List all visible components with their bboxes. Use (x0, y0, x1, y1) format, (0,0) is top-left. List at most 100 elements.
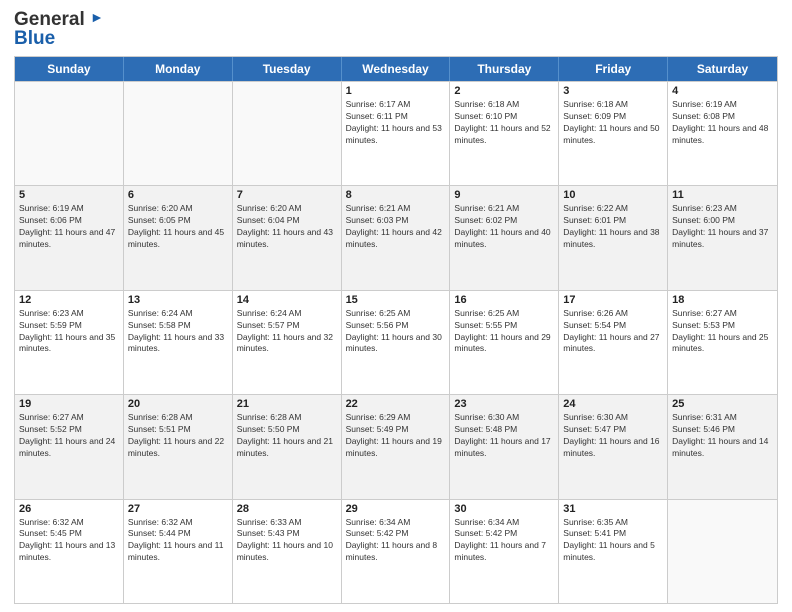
day-number: 20 (128, 398, 228, 410)
day-info: Sunrise: 6:18 AM Sunset: 6:09 PM Dayligh… (563, 99, 663, 147)
calendar-week-2: 5Sunrise: 6:19 AM Sunset: 6:06 PM Daylig… (15, 185, 777, 289)
day-number: 30 (454, 503, 554, 515)
day-number: 8 (346, 189, 446, 201)
day-info: Sunrise: 6:34 AM Sunset: 5:42 PM Dayligh… (346, 517, 446, 565)
calendar-week-4: 19 Sunrise: 6:27 AM Sunset: 5:52 PM Dayli… (15, 394, 777, 498)
day-number: 2 (454, 85, 554, 97)
day-info: Sunrise: 6:27 AM Sunset: 5:53 PM Dayligh… (672, 308, 773, 356)
day-number: 23 (454, 398, 554, 410)
day-number: 3 (563, 85, 663, 97)
weekday-header-tuesday: Tuesday (233, 57, 342, 81)
calendar-cell: 1 Sunrise: 6:17 AM Sunset: 6:11 PM Daylig… (342, 82, 451, 185)
calendar-cell (124, 82, 233, 185)
day-info: Sunrise: 6:25 AM Sunset: 5:56 PM Dayligh… (346, 308, 446, 356)
day-number: 1 (346, 85, 446, 97)
calendar-cell: 10 Sunrise: 6:22 AM Sunset: 6:01 PM Dayli… (559, 186, 668, 289)
calendar-cell: 13Sunrise: 6:24 AM Sunset: 5:58 PM Dayli… (124, 291, 233, 394)
day-number: 11 (672, 189, 773, 201)
calendar-cell: 17 Sunrise: 6:26 AM Sunset: 5:54 PM Dayli… (559, 291, 668, 394)
calendar-container: General ► Blue SundayMondayTuesdayWednes… (0, 0, 792, 612)
day-info: Sunrise: 6:19 AM Sunset: 6:06 PM Dayligh… (19, 203, 119, 251)
logo-general-text: General (14, 9, 85, 30)
calendar-cell: 30Sunrise: 6:34 AM Sunset: 5:42 PM Dayli… (450, 500, 559, 603)
day-info: Sunrise: 6:35 AM Sunset: 5:41 PM Dayligh… (563, 517, 663, 565)
day-info: Sunrise: 6:29 AM Sunset: 5:49 PM Dayligh… (346, 412, 446, 460)
day-info: Sunrise: 6:17 AM Sunset: 6:11 PM Dayligh… (346, 99, 446, 147)
day-number: 25 (672, 398, 773, 410)
calendar-cell: 7 Sunrise: 6:20 AM Sunset: 6:04 PM Daylig… (233, 186, 342, 289)
weekday-header-saturday: Saturday (668, 57, 777, 81)
calendar-cell: 22 Sunrise: 6:29 AM Sunset: 5:49 PM Dayli… (342, 395, 451, 498)
day-info: Sunrise: 6:33 AM Sunset: 5:43 PM Dayligh… (237, 517, 337, 565)
day-number: 13 (128, 294, 228, 306)
calendar-cell: 31 Sunrise: 6:35 AM Sunset: 5:41 PM Dayli… (559, 500, 668, 603)
day-number: 16 (454, 294, 554, 306)
day-info: Sunrise: 6:20 AM Sunset: 6:04 PM Dayligh… (237, 203, 337, 251)
calendar-cell: 4 Sunrise: 6:19 AM Sunset: 6:08 PM Daylig… (668, 82, 777, 185)
day-info: Sunrise: 6:27 AM Sunset: 5:52 PM Dayligh… (19, 412, 119, 460)
calendar-cell: 14 Sunrise: 6:24 AM Sunset: 5:57 PM Dayli… (233, 291, 342, 394)
day-info: Sunrise: 6:22 AM Sunset: 6:01 PM Dayligh… (563, 203, 663, 251)
day-number: 9 (454, 189, 554, 201)
calendar-cell: 24Sunrise: 6:30 AM Sunset: 5:47 PM Dayli… (559, 395, 668, 498)
day-info: Sunrise: 6:21 AM Sunset: 6:02 PM Dayligh… (454, 203, 554, 251)
day-number: 4 (672, 85, 773, 97)
day-number: 12 (19, 294, 119, 306)
calendar-cell (233, 82, 342, 185)
day-info: Sunrise: 6:28 AM Sunset: 5:51 PM Dayligh… (128, 412, 228, 460)
day-number: 21 (237, 398, 337, 410)
weekday-header-monday: Monday (124, 57, 233, 81)
logo-arrow-icon: ► (90, 9, 104, 25)
day-number: 6 (128, 189, 228, 201)
day-number: 15 (346, 294, 446, 306)
day-info: Sunrise: 6:30 AM Sunset: 5:48 PM Dayligh… (454, 412, 554, 460)
day-number: 28 (237, 503, 337, 515)
calendar-cell: 12 Sunrise: 6:23 AM Sunset: 5:59 PM Dayli… (15, 291, 124, 394)
calendar-cell: 25 Sunrise: 6:31 AM Sunset: 5:46 PM Dayli… (668, 395, 777, 498)
day-info: Sunrise: 6:31 AM Sunset: 5:46 PM Dayligh… (672, 412, 773, 460)
day-info: Sunrise: 6:24 AM Sunset: 5:57 PM Dayligh… (237, 308, 337, 356)
calendar: SundayMondayTuesdayWednesdayThursdayFrid… (14, 56, 778, 604)
day-number: 22 (346, 398, 446, 410)
calendar-cell: 9 Sunrise: 6:21 AM Sunset: 6:02 PM Daylig… (450, 186, 559, 289)
day-info: Sunrise: 6:25 AM Sunset: 5:55 PM Dayligh… (454, 308, 554, 356)
day-info: Sunrise: 6:23 AM Sunset: 5:59 PM Dayligh… (19, 308, 119, 356)
calendar-cell: 11 Sunrise: 6:23 AM Sunset: 6:00 PM Dayli… (668, 186, 777, 289)
calendar-cell: 29Sunrise: 6:34 AM Sunset: 5:42 PM Dayli… (342, 500, 451, 603)
day-number: 19 (19, 398, 119, 410)
calendar-header-row: SundayMondayTuesdayWednesdayThursdayFrid… (15, 57, 777, 81)
logo: General ► Blue (14, 10, 104, 48)
day-number: 31 (563, 503, 663, 515)
logo: General ► Blue (14, 10, 104, 48)
calendar-cell: 5Sunrise: 6:19 AM Sunset: 6:06 PM Daylig… (15, 186, 124, 289)
calendar-week-3: 12 Sunrise: 6:23 AM Sunset: 5:59 PM Dayli… (15, 290, 777, 394)
calendar-week-5: 26Sunrise: 6:32 AM Sunset: 5:45 PM Dayli… (15, 499, 777, 603)
day-number: 10 (563, 189, 663, 201)
day-number: 17 (563, 294, 663, 306)
day-info: Sunrise: 6:21 AM Sunset: 6:03 PM Dayligh… (346, 203, 446, 251)
day-number: 14 (237, 294, 337, 306)
calendar-body: 1 Sunrise: 6:17 AM Sunset: 6:11 PM Daylig… (15, 81, 777, 603)
calendar-cell: 3 Sunrise: 6:18 AM Sunset: 6:09 PM Daylig… (559, 82, 668, 185)
day-number: 18 (672, 294, 773, 306)
calendar-cell: 28 Sunrise: 6:33 AM Sunset: 5:43 PM Dayli… (233, 500, 342, 603)
calendar-cell: 20 Sunrise: 6:28 AM Sunset: 5:51 PM Dayli… (124, 395, 233, 498)
day-info: Sunrise: 6:32 AM Sunset: 5:45 PM Dayligh… (19, 517, 119, 565)
day-number: 7 (237, 189, 337, 201)
day-number: 27 (128, 503, 228, 515)
calendar-cell: 26Sunrise: 6:32 AM Sunset: 5:45 PM Dayli… (15, 500, 124, 603)
calendar-cell (15, 82, 124, 185)
day-info: Sunrise: 6:30 AM Sunset: 5:47 PM Dayligh… (563, 412, 663, 460)
day-info: Sunrise: 6:18 AM Sunset: 6:10 PM Dayligh… (454, 99, 554, 147)
calendar-cell (668, 500, 777, 603)
day-info: Sunrise: 6:19 AM Sunset: 6:08 PM Dayligh… (672, 99, 773, 147)
weekday-header-friday: Friday (559, 57, 668, 81)
day-info: Sunrise: 6:23 AM Sunset: 6:00 PM Dayligh… (672, 203, 773, 251)
day-info: Sunrise: 6:28 AM Sunset: 5:50 PM Dayligh… (237, 412, 337, 460)
calendar-cell: 27Sunrise: 6:32 AM Sunset: 5:44 PM Dayli… (124, 500, 233, 603)
weekday-header-wednesday: Wednesday (342, 57, 451, 81)
calendar-cell: 19 Sunrise: 6:27 AM Sunset: 5:52 PM Dayli… (15, 395, 124, 498)
day-info: Sunrise: 6:26 AM Sunset: 5:54 PM Dayligh… (563, 308, 663, 356)
calendar-week-1: 1 Sunrise: 6:17 AM Sunset: 6:11 PM Daylig… (15, 81, 777, 185)
calendar-cell: 6Sunrise: 6:20 AM Sunset: 6:05 PM Daylig… (124, 186, 233, 289)
